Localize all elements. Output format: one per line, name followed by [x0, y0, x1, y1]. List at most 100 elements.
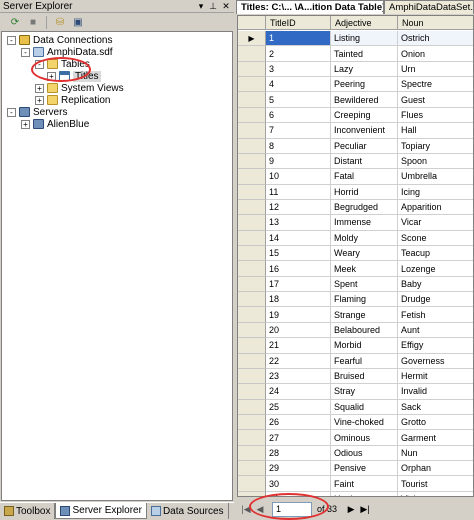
- cell-titleid[interactable]: 16: [266, 261, 331, 277]
- cell-titleid[interactable]: 6: [266, 107, 331, 124]
- table-row[interactable]: 3 Lazy Urn: [238, 61, 473, 78]
- server-explorer-tree[interactable]: - Data Connections - AmphiData.sdf - Tab…: [1, 31, 233, 501]
- row-selector[interactable]: [238, 338, 266, 354]
- row-selector[interactable]: [238, 415, 266, 431]
- cell-titleid[interactable]: 4: [266, 77, 331, 93]
- cell-titleid[interactable]: 10: [266, 169, 331, 185]
- row-selector[interactable]: [238, 461, 266, 477]
- row-selector[interactable]: [238, 276, 266, 293]
- table-row[interactable]: 25 Squalid Sack: [238, 399, 473, 415]
- cell-noun[interactable]: Guest: [398, 92, 473, 108]
- expand-icon[interactable]: +: [21, 119, 30, 129]
- cell-noun[interactable]: Fetish: [398, 307, 473, 323]
- cell-titleid[interactable]: 18: [266, 292, 331, 308]
- auto-hide-icon[interactable]: ⊥: [208, 1, 218, 11]
- row-selector[interactable]: [238, 322, 266, 339]
- tree-node-system-views[interactable]: + System Views: [35, 82, 124, 94]
- row-selector[interactable]: [238, 292, 266, 308]
- cell-adjective[interactable]: Flaming: [331, 292, 398, 308]
- row-selector[interactable]: [238, 307, 266, 323]
- refresh-button[interactable]: ⟳: [7, 15, 23, 30]
- cell-noun[interactable]: Invalid: [398, 384, 473, 400]
- cell-noun[interactable]: Urn: [398, 62, 473, 78]
- row-selector[interactable]: [238, 138, 266, 154]
- cell-adjective[interactable]: Bruised: [331, 368, 398, 385]
- table-row[interactable]: 20 Belaboured Aunt: [238, 322, 473, 339]
- cell-titleid[interactable]: 14: [266, 230, 331, 247]
- row-selector[interactable]: ▶: [238, 31, 266, 47]
- cell-noun[interactable]: Apparition: [398, 200, 473, 216]
- table-row[interactable]: 4 Peering Spectre: [238, 77, 473, 93]
- table-row[interactable]: 12 Begrudged Apparition: [238, 199, 473, 216]
- table-row[interactable]: 10 Fatal Umbrella: [238, 169, 473, 185]
- row-selector[interactable]: [238, 92, 266, 108]
- table-row[interactable]: 5 Bewildered Guest: [238, 92, 473, 108]
- cell-adjective[interactable]: Lazy: [331, 61, 398, 78]
- cell-adjective[interactable]: Faint: [331, 476, 398, 492]
- cell-noun[interactable]: Nun: [398, 446, 473, 462]
- table-row[interactable]: 14 Moldy Scone: [238, 230, 473, 247]
- cell-noun[interactable]: Lozenge: [398, 261, 473, 277]
- table-row[interactable]: 2 Tainted Onion: [238, 46, 473, 62]
- cell-adjective[interactable]: Tainted: [331, 46, 398, 62]
- cell-adjective[interactable]: Moldy: [331, 230, 398, 247]
- cell-adjective[interactable]: Fatal: [331, 169, 398, 185]
- column-header-noun[interactable]: Noun: [398, 16, 473, 30]
- cell-noun[interactable]: Umbrella: [398, 169, 473, 185]
- cell-adjective[interactable]: Bewildered: [331, 92, 398, 108]
- collapse-icon[interactable]: -: [21, 47, 30, 57]
- cell-adjective[interactable]: Begrudged: [331, 199, 398, 216]
- row-selector[interactable]: [238, 230, 266, 247]
- row-selector[interactable]: [238, 353, 266, 369]
- cell-noun[interactable]: Ostrich: [398, 31, 473, 47]
- cell-adjective[interactable]: Meek: [331, 261, 398, 277]
- table-row[interactable]: 29 Pensive Orphan: [238, 461, 473, 477]
- cell-titleid[interactable]: 21: [266, 338, 331, 354]
- cell-titleid[interactable]: 20: [266, 322, 331, 339]
- table-row[interactable]: 27 Ominous Garment: [238, 430, 473, 446]
- table-row[interactable]: 24 Stray Invalid: [238, 384, 473, 400]
- tree-node-alienblue[interactable]: + AlienBlue: [21, 118, 89, 130]
- row-selector[interactable]: [238, 184, 266, 200]
- cell-titleid[interactable]: 24: [266, 384, 331, 400]
- cell-titleid[interactable]: 3: [266, 61, 331, 78]
- cell-noun[interactable]: Teacup: [398, 246, 473, 262]
- collapse-icon[interactable]: -: [7, 35, 16, 45]
- data-grid[interactable]: TitleID Adjective Noun ▶ 1 Listing Ostrich 2…: [237, 15, 474, 497]
- cell-titleid[interactable]: 28: [266, 445, 331, 462]
- row-selector[interactable]: [238, 476, 266, 492]
- table-row[interactable]: 19 Strange Fetish: [238, 307, 473, 323]
- table-row[interactable]: 17 Spent Baby: [238, 276, 473, 293]
- cell-adjective[interactable]: Distant: [331, 153, 398, 170]
- cell-adjective[interactable]: Peculiar: [331, 138, 398, 154]
- connect-to-server-button[interactable]: ▣: [70, 15, 86, 30]
- cell-noun[interactable]: Topiary: [398, 139, 473, 154]
- tree-node-data-connections[interactable]: - Data Connections: [7, 34, 113, 46]
- close-icon[interactable]: ✕: [221, 1, 231, 11]
- cell-adjective[interactable]: Odious: [331, 445, 398, 462]
- cell-titleid[interactable]: 15: [266, 246, 331, 262]
- expand-icon[interactable]: +: [35, 83, 44, 93]
- row-selector[interactable]: [238, 107, 266, 124]
- table-row[interactable]: 18 Flaming Drudge: [238, 292, 473, 308]
- cell-noun[interactable]: Tourist: [398, 476, 473, 492]
- cell-titleid[interactable]: 5: [266, 92, 331, 108]
- tab-dataset-designer[interactable]: AmphiDataDataSet.Designer: [384, 0, 474, 14]
- cell-titleid[interactable]: 7: [266, 123, 331, 139]
- cell-noun[interactable]: Garment: [398, 430, 473, 446]
- cell-noun[interactable]: Orphan: [398, 461, 473, 477]
- tab-server-explorer[interactable]: Server Explorer: [55, 503, 147, 519]
- tree-node-replication[interactable]: + Replication: [35, 94, 110, 106]
- cell-noun[interactable]: Scone: [398, 231, 473, 247]
- table-row[interactable]: 7 Inconvenient Hall: [238, 123, 473, 139]
- cell-titleid[interactable]: 22: [266, 353, 331, 369]
- table-row[interactable]: ▶ 1 Listing Ostrich: [238, 31, 473, 47]
- cell-adjective[interactable]: Vine-choked: [331, 415, 398, 431]
- move-next-button[interactable]: ▶: [345, 502, 357, 516]
- tree-node-servers[interactable]: - Servers: [7, 106, 67, 118]
- table-row[interactable]: 21 Morbid Effigy: [238, 338, 473, 354]
- cell-adjective[interactable]: Weary: [331, 246, 398, 262]
- row-selector[interactable]: [238, 430, 266, 446]
- cell-titleid[interactable]: 12: [266, 199, 331, 216]
- column-header-titleid[interactable]: TitleID: [266, 16, 331, 30]
